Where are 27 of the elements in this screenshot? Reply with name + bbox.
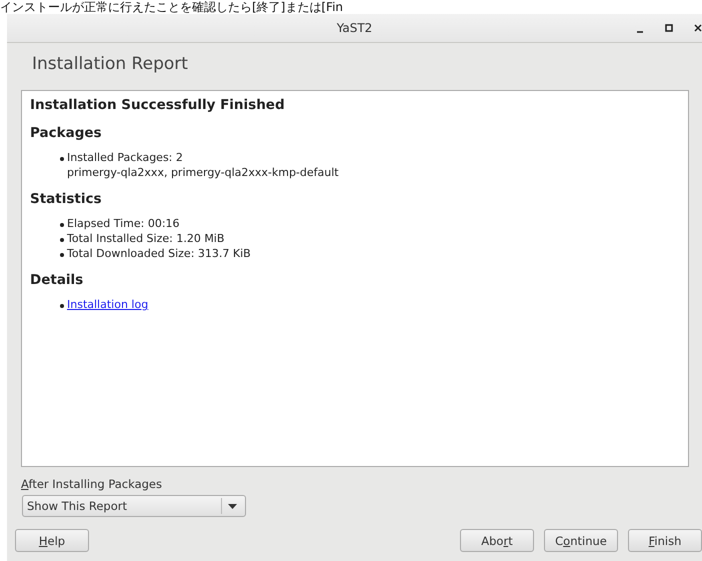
dialog-button[interactable]: Continue [544,529,618,552]
window-title: YaST2 [336,21,372,35]
dialog-button[interactable]: Abort [460,529,534,552]
page-title: Installation Report [31,53,189,76]
field-label: After Installing Packages [21,477,163,491]
report-text: Total Installed Size: 1.20 MiB [67,232,224,245]
log-link[interactable]: Installation log [67,298,148,311]
bullet-icon [60,253,64,257]
report-text: Elapsed Time: 00:16 [67,217,180,230]
section-heading: Statistics [30,191,103,207]
maximize-icon[interactable] [665,24,673,33]
report-text: Total Downloaded Size: 313.7 KiB [67,247,251,260]
dialog-button[interactable]: Finish [628,529,702,552]
caption-text: インストールが正常に行えたことを確認したら[終了]または[Fin [0,0,344,14]
report-text: Installed Packages: 2 [67,151,184,164]
caret-icon [228,504,237,508]
section-heading: Packages [30,125,103,141]
dialog-button[interactable]: Help [15,529,89,552]
close-icon[interactable] [694,24,702,33]
bullet-icon [60,238,64,242]
bullet-icon [60,304,64,308]
report-title: Installation Successfully Finished [30,97,286,113]
section-heading: Details [30,272,84,288]
report-text: primergy-qla2xxx, primergy-qla2xxx-kmp-default [67,166,339,179]
report-dropdown[interactable]: Show This Report [22,495,246,517]
bullet-icon [60,223,64,227]
bullet-icon [60,157,64,161]
